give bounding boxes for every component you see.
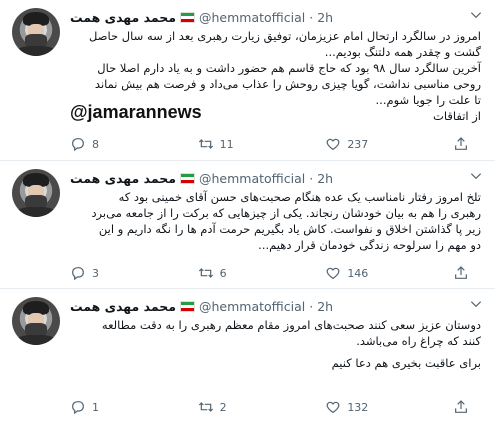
retweet-icon [198, 402, 213, 412]
like-button[interactable]: 237 [325, 136, 375, 152]
reply-icon [72, 138, 84, 152]
tweet-1[interactable]: محمد مهدی همت @hemmatofficial · 2h امروز… [0, 0, 495, 160]
tweet-header: محمد مهدی همت @hemmatofficial · 2h [70, 8, 333, 26]
tweet-text: تلخ امروز رفتار نامناسب یک عده هنگام صحب… [70, 189, 481, 253]
separator-dot: · [309, 9, 314, 25]
retweet-button[interactable]: 6 [198, 265, 248, 281]
display-name[interactable]: محمد مهدی همت [70, 171, 176, 186]
tweet-line: امروز در سالگرد ارتحال امام عزیزمان، توف… [89, 29, 481, 43]
tweet-text: دوستان عزیز سعی کنند صحبت‌های امروز مقام… [70, 317, 481, 371]
tweet-line: آخرین سالگرد سال ۹۸ بود که حاج قاسم هم ح… [97, 61, 481, 75]
display-name[interactable]: محمد مهدی همت [70, 10, 176, 25]
tweet-3[interactable]: محمد مهدی همت @hemmatofficial · 2h دوستا… [0, 288, 495, 424]
timestamp[interactable]: 2h [317, 10, 333, 25]
reply-icon [72, 267, 84, 281]
reply-button[interactable]: 8 [70, 136, 120, 152]
share-icon [455, 400, 467, 413]
tweet-line: تلخ امروز رفتار نامناسب یک عده هنگام صحب… [118, 190, 481, 204]
separator-dot: · [309, 170, 314, 186]
like-count: 237 [347, 137, 369, 151]
tweet-actions: 3 6 146 [70, 265, 475, 281]
retweet-icon [198, 139, 213, 149]
heart-icon [326, 138, 340, 151]
user-handle[interactable]: @hemmatofficial [199, 171, 305, 186]
retweet-count: 11 [219, 137, 234, 151]
tweet-line: برای عاقبت بخیری هم دعا کنیم [331, 356, 481, 370]
chevron-down-icon[interactable] [469, 169, 483, 183]
share-button[interactable] [453, 399, 475, 415]
iran-flag-icon [180, 11, 195, 23]
reply-count: 3 [92, 266, 99, 280]
tweet-line: رهبری را هم به بیان خودشان رنجاند. یکی ا… [91, 206, 481, 220]
iran-flag-icon [180, 300, 195, 312]
display-name[interactable]: محمد مهدی همت [70, 299, 176, 314]
avatar[interactable] [12, 297, 60, 345]
share-button[interactable] [453, 136, 475, 152]
timestamp[interactable]: 2h [317, 171, 333, 186]
share-icon [455, 137, 467, 150]
user-handle[interactable]: @hemmatofficial [199, 10, 305, 25]
like-count: 146 [347, 266, 369, 280]
retweet-count: 2 [219, 400, 227, 414]
tweet-actions: 8 11 237 [70, 136, 475, 152]
chevron-down-icon[interactable] [469, 8, 483, 22]
reply-count: 1 [92, 400, 99, 414]
tweet-line: زیر پا گذاشتن اخلاق و نفواست. کاش یاد بگ… [98, 222, 481, 236]
tweet-2[interactable]: محمد مهدی همت @hemmatofficial · 2h تلخ ا… [0, 160, 495, 289]
timestamp[interactable]: 2h [317, 299, 333, 314]
retweet-count: 6 [219, 266, 227, 280]
user-handle[interactable]: @hemmatofficial [199, 299, 305, 314]
tweet-header: محمد مهدی همت @hemmatofficial · 2h [70, 297, 333, 315]
retweet-icon [198, 268, 213, 278]
reply-count: 8 [92, 137, 99, 151]
tweet-line: دوستان عزیز سعی کنند صحبت‌های امروز مقام… [101, 318, 481, 332]
like-button[interactable]: 132 [325, 399, 375, 415]
tweet-line: روحی مناسبی نداشت، گویا چیزی روحش را عذا… [94, 77, 481, 91]
tweet-line: دو مهم را سرلوحه زندگی خودمان قرار دهیم.… [258, 238, 481, 252]
reply-button[interactable]: 1 [70, 399, 120, 415]
reply-button[interactable]: 3 [70, 265, 120, 281]
tweet-actions: 1 2 132 [70, 399, 475, 415]
share-button[interactable] [453, 265, 475, 281]
like-count: 132 [347, 400, 369, 414]
reply-icon [72, 401, 84, 415]
tweet-header: محمد مهدی همت @hemmatofficial · 2h [70, 169, 333, 187]
chevron-down-icon[interactable] [469, 297, 483, 311]
avatar[interactable] [12, 8, 60, 56]
retweet-button[interactable]: 2 [198, 399, 248, 415]
tweet-feed: محمد مهدی همت @hemmatofficial · 2h امروز… [0, 0, 495, 423]
separator-dot: · [309, 298, 314, 314]
heart-icon [326, 267, 340, 280]
watermark-text: @jamarannews [70, 101, 208, 123]
iran-flag-icon [180, 172, 195, 184]
share-icon [455, 266, 467, 279]
retweet-button[interactable]: 11 [198, 136, 248, 152]
tweet-line: کنند که چراغ راه می‌باشد. [356, 334, 481, 348]
heart-icon [326, 401, 340, 414]
like-button[interactable]: 146 [325, 265, 375, 281]
tweet-line: گشت و چقدر همه دلتنگ بودیم... [324, 45, 481, 59]
avatar[interactable] [12, 169, 60, 217]
